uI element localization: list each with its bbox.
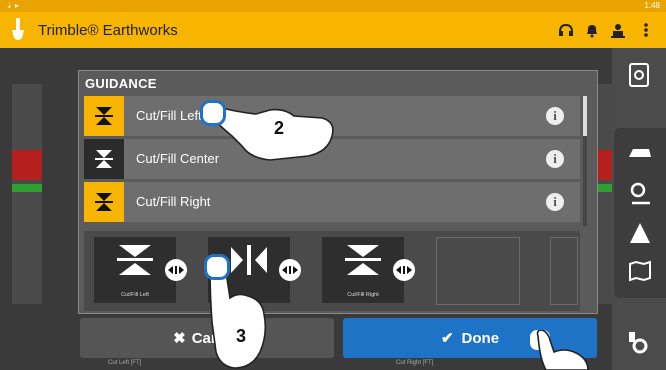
status-icons: ⇣ ▸ <box>6 1 19 10</box>
drag-handle-icon[interactable] <box>165 259 187 281</box>
surface-view-button[interactable] <box>621 216 659 250</box>
tap-indicator-icon <box>200 100 226 126</box>
check-icon: ✔ <box>440 330 454 347</box>
option-cutfill-right[interactable]: Cut/Fill Right i <box>84 182 580 222</box>
info-icon[interactable]: i <box>546 150 564 168</box>
shovel-logo-icon <box>12 18 24 40</box>
drag-handle-icon[interactable] <box>279 259 301 281</box>
headset-icon[interactable] <box>558 22 574 38</box>
tap-hand-icon <box>536 330 589 370</box>
more-vert-icon[interactable] <box>638 22 654 38</box>
machine-view-button[interactable] <box>621 136 659 170</box>
drag-handle-icon[interactable] <box>393 259 415 281</box>
footer-left-readout-label: Cut Left [FT] <box>108 360 142 366</box>
tile-cutfill-right[interactable]: Cut/Fill Right <box>322 237 404 303</box>
settings-document-icon <box>629 63 649 87</box>
lightbar-cut-indicator <box>12 150 42 180</box>
bell-icon[interactable] <box>584 22 600 38</box>
step-callout: 2 <box>274 118 285 138</box>
cutfill-tile-icon <box>117 245 153 275</box>
cutfill-indicator-icon <box>84 96 124 136</box>
tile-cutfill-left[interactable]: Cut/Fill Left <box>94 237 176 303</box>
empty-tile-slot[interactable] <box>436 237 520 305</box>
cutfill-tile-icon <box>345 245 381 275</box>
app-header: Trimble® Earthworks <box>0 12 666 48</box>
dialog-title: GUIDANCE <box>85 76 157 91</box>
status-time: 1:48 <box>644 1 660 10</box>
tile-label: Cut/Fill Right <box>347 292 379 298</box>
info-icon[interactable]: i <box>546 107 564 125</box>
operator-icon[interactable] <box>610 22 626 38</box>
system-status-bar: ⇣ ▸ 1:48 <box>0 0 666 12</box>
map-icon <box>629 260 651 282</box>
tap-indicator-icon <box>204 254 230 280</box>
settings-doc-button[interactable] <box>620 58 658 92</box>
list-scrollbar-thumb[interactable] <box>583 96 587 136</box>
map-view-button[interactable] <box>621 254 659 288</box>
info-icon[interactable]: i <box>546 193 564 211</box>
option-label: Cut/Fill Right <box>136 194 211 209</box>
close-icon: ✖ <box>173 330 186 347</box>
machine-settings-button[interactable] <box>618 326 656 360</box>
surface-view-icon <box>630 223 650 243</box>
tile-label: Cut/Fill Left <box>121 292 149 298</box>
location-button[interactable] <box>621 176 659 210</box>
option-label: Cut/Fill Left <box>136 108 202 123</box>
cutfill-indicator-icon <box>84 182 124 222</box>
footer-right-readout-label: Cut Right [FT] <box>396 360 434 366</box>
app-title: Trimble® Earthworks <box>38 22 178 39</box>
machine-view-icon <box>629 149 651 157</box>
location-pin-icon <box>630 182 650 205</box>
machine-gear-icon <box>629 332 648 354</box>
step-callout: 3 <box>236 326 247 346</box>
done-label: Done <box>461 329 500 347</box>
empty-tile-slot[interactable] <box>550 237 578 305</box>
cutfill-indicator-icon <box>84 139 124 179</box>
right-rail-panel <box>614 128 666 298</box>
left-lightbar <box>12 84 42 304</box>
selected-guidance-tiles: Cut/Fill Left Cut/Fill Right <box>84 231 580 311</box>
lightbar-on-grade-indicator <box>12 184 42 192</box>
